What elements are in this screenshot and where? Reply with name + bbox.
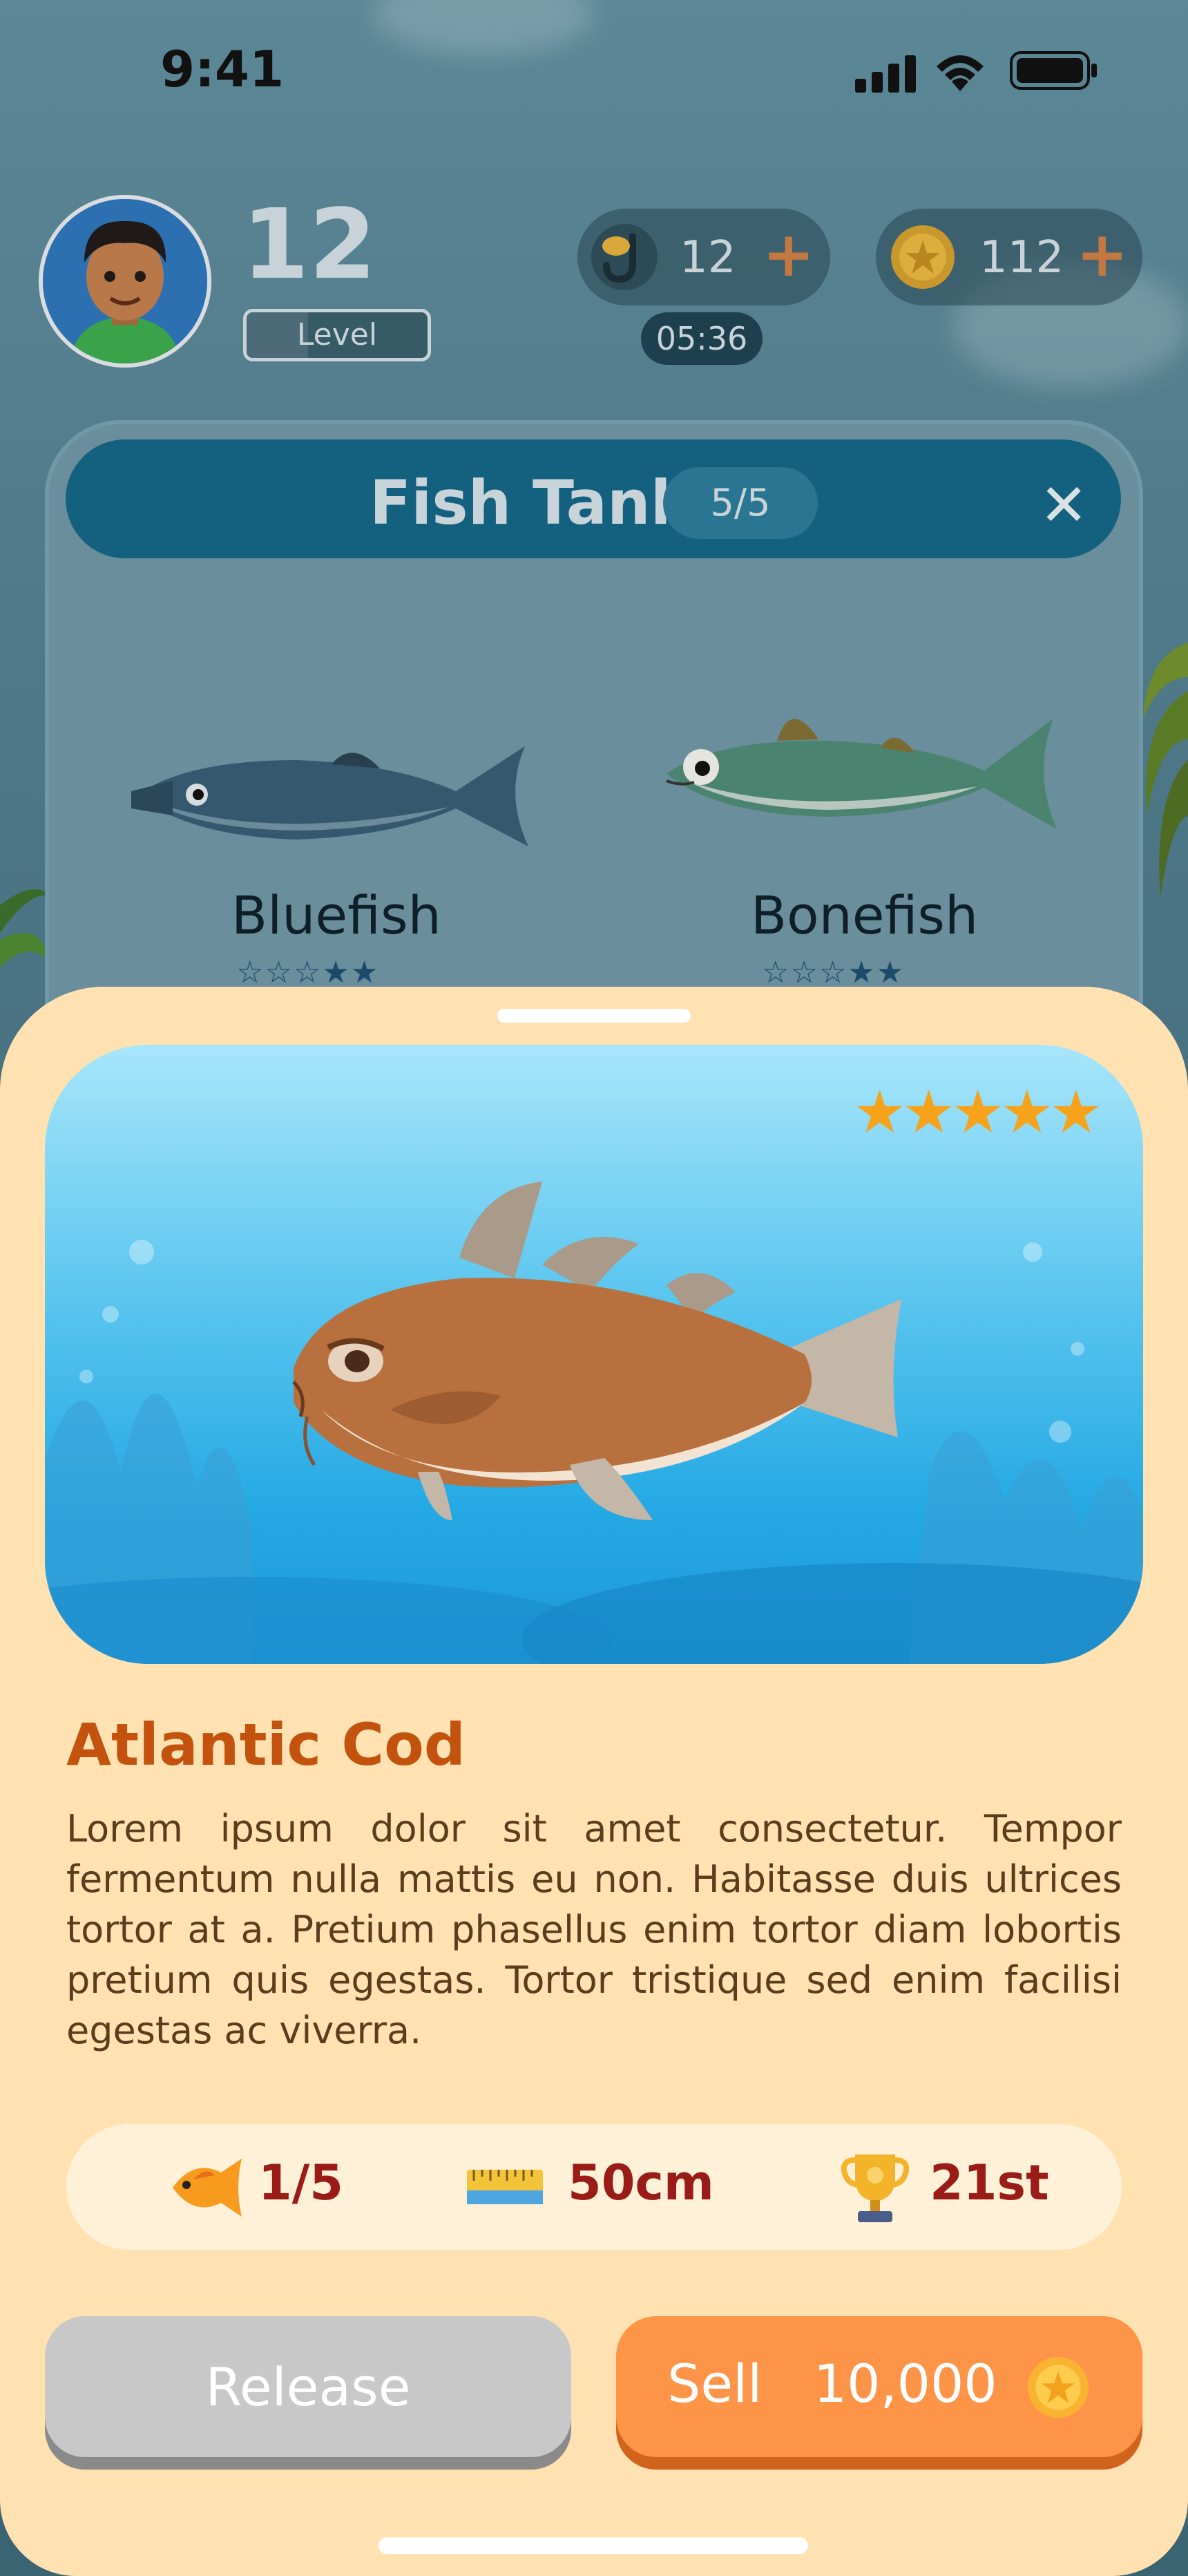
coin-count: 112 — [979, 232, 1064, 283]
bait-count: 12 — [680, 232, 736, 283]
add-coins-button[interactable]: + — [1076, 218, 1128, 291]
status-time: 9:41 — [160, 40, 285, 98]
fish-rank-value: 21st — [930, 2154, 1049, 2211]
fish-rating-stars: ★★★★★ — [853, 1078, 1102, 1147]
bluefish-image[interactable] — [131, 726, 532, 864]
bait-counter: 12 + — [577, 209, 830, 305]
home-indicator — [379, 2537, 808, 2554]
player-avatar[interactable] — [39, 195, 211, 368]
coin-icon — [891, 225, 955, 289]
bonefish-image[interactable] — [660, 698, 1060, 850]
cloud — [373, 0, 594, 55]
fishing-hook-icon — [591, 224, 658, 290]
fish-tank-count: 5/5 — [663, 467, 818, 539]
coin-icon — [1027, 2356, 1089, 2418]
fish-length-value: 50cm — [568, 2154, 714, 2211]
fish-count-value: 1/5 — [258, 2154, 343, 2211]
fish-count-icon — [173, 2159, 242, 2217]
ruler-icon — [467, 2170, 543, 2204]
fish-name-bonefish: Bonefish — [751, 884, 979, 946]
release-button[interactable]: Release — [45, 2316, 571, 2457]
level-progress-bar: Level — [243, 309, 431, 361]
cellular-signal-icon — [855, 54, 916, 93]
avatar-portrait-icon — [43, 199, 207, 363]
fish-rating-bonefish: ☆☆☆★★ — [762, 955, 906, 990]
sheet-drag-handle[interactable] — [497, 1009, 691, 1023]
trophy-icon — [841, 2154, 909, 2222]
sell-button[interactable]: Sell 10,000 — [616, 2316, 1142, 2457]
fish-detail-title: Atlantic Cod — [66, 1711, 466, 1779]
battery-icon — [1010, 51, 1097, 90]
level-label: Level — [296, 317, 378, 352]
fish-rating-bluefish: ☆☆☆★★ — [236, 955, 380, 990]
coin-counter: 112 + — [876, 209, 1142, 305]
player-level: 12 — [242, 189, 376, 301]
close-icon[interactable]: ✕ — [1040, 471, 1088, 539]
bait-refill-timer: 05:36 — [641, 312, 763, 365]
fish-name-bluefish: Bluefish — [231, 884, 441, 946]
palm-tree-right — [1143, 643, 1188, 898]
add-bait-button[interactable]: + — [763, 218, 814, 291]
atlantic-cod-image — [292, 1182, 901, 1520]
fish-detail-description: Lorem ipsum dolor sit amet consectetur. … — [66, 1807, 1122, 2052]
sell-price: 10,000 — [813, 2353, 997, 2414]
sell-label: Sell — [667, 2353, 763, 2414]
wifi-icon — [937, 55, 984, 91]
fish-tank-title: Fish Tank — [370, 467, 691, 538]
